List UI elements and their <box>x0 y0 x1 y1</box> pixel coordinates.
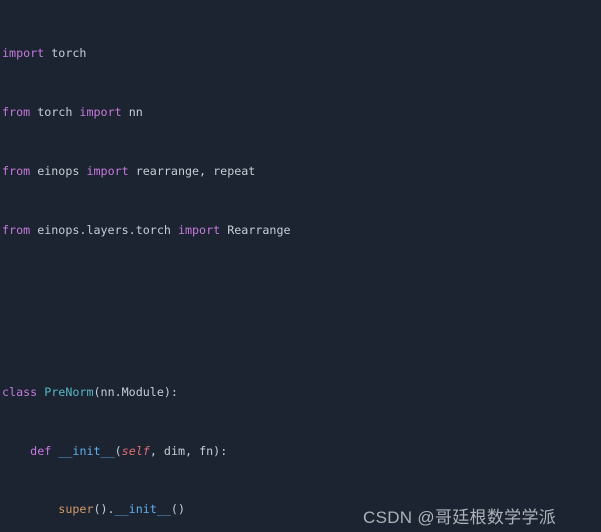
code-line: import torch <box>2 46 87 61</box>
self-parameter: self <box>121 443 150 458</box>
class-name-prenorm: PreNorm <box>44 384 94 399</box>
code-block[interactable]: import torch from torch import nn from e… <box>2 2 601 532</box>
keyword-from: from <box>2 222 31 237</box>
keyword-import: import <box>177 222 221 237</box>
code-line: from einops.layers.torch import Rearrang… <box>2 222 291 237</box>
code-line: super().__init__() <box>58 502 185 517</box>
code-line: class PreNorm(nn.Module): <box>2 384 178 399</box>
keyword-import: import <box>79 105 122 120</box>
keyword-import: import <box>86 163 129 178</box>
keyword-from: from <box>2 163 31 178</box>
code-line: from einops import rearrange, repeat <box>2 163 256 178</box>
keyword-def: def <box>30 443 52 458</box>
code-screenshot: import torch from torch import nn from e… <box>0 0 601 532</box>
builtin-super: super <box>58 502 94 517</box>
keyword-class: class <box>2 384 38 399</box>
method-name-init: __init__ <box>58 443 115 458</box>
code-line: from torch import nn <box>2 105 143 120</box>
method-name-init: __init__ <box>114 502 171 517</box>
code-line: def __init__(self, dim, fn): <box>30 443 228 458</box>
keyword-from: from <box>2 105 31 120</box>
keyword-import: import <box>2 46 45 61</box>
